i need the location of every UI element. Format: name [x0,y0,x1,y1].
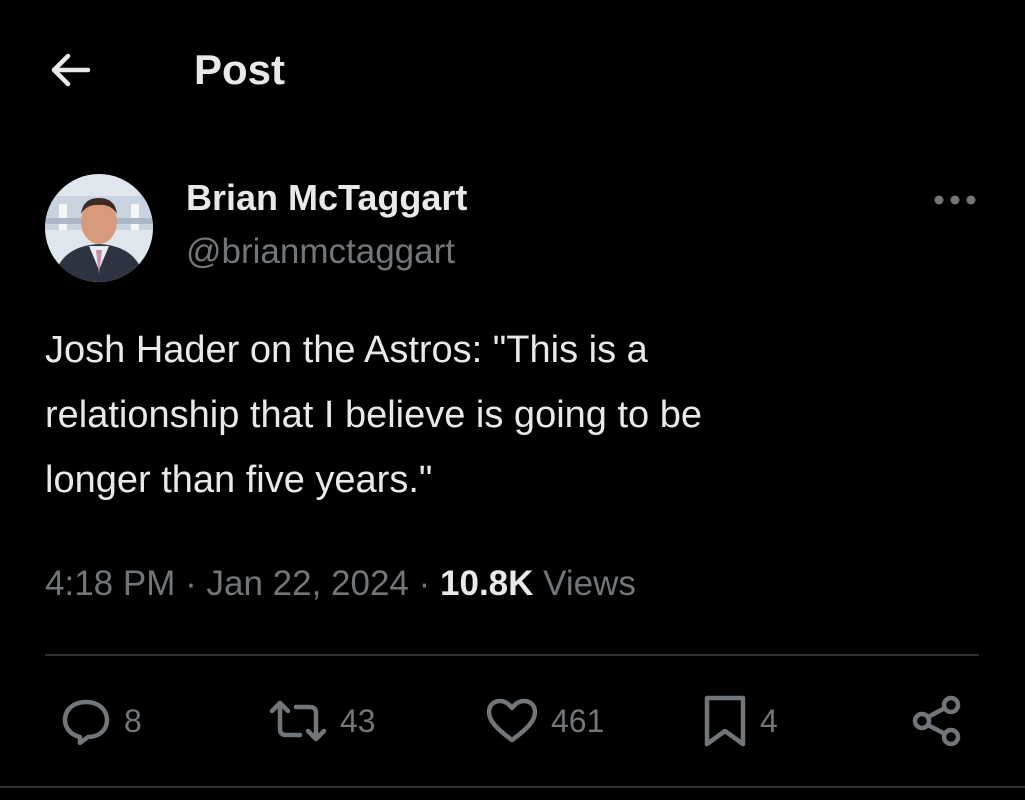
author-name[interactable]: Brian McTaggart [186,176,467,220]
reply-button[interactable]: 8 [60,694,142,748]
views-label: Views [543,564,636,603]
like-count: 461 [551,702,605,739]
avatar[interactable] [45,174,153,282]
repost-button[interactable]: 43 [268,694,376,748]
reply-icon [62,699,110,745]
page-title: Post [194,46,286,93]
tweet-meta: 4:18 PM · Jan 22, 2024 · 10.8K Views [45,558,636,610]
author-handle[interactable]: @brianmctaggart [186,230,455,274]
tweet-text: Josh Hader on the Astros: "This is a rel… [45,329,702,501]
more-options-button[interactable] [928,182,982,218]
like-button[interactable]: 461 [485,694,604,748]
share-button[interactable] [910,694,964,748]
meta-separator: · [185,564,197,603]
share-icon [912,695,961,747]
avatar-photo [45,174,153,282]
heart-icon [486,698,538,743]
arrow-left-icon [51,53,91,87]
repost-icon [269,700,327,742]
divider [0,786,1025,788]
bookmark-button[interactable]: 4 [702,694,778,748]
repost-count: 43 [340,702,376,739]
views-count: 10.8K [440,564,534,603]
post-date[interactable]: Jan 22, 2024 [206,564,408,603]
bookmark-icon [704,695,746,747]
meta-separator: · [418,564,431,603]
more-horizontal-icon [934,195,976,205]
post-time[interactable]: 4:18 PM [45,564,175,603]
bookmark-count: 4 [760,702,778,739]
divider [45,654,979,656]
reply-count: 8 [124,702,142,739]
back-button[interactable] [44,46,96,94]
top-bar: Post [0,0,1025,140]
